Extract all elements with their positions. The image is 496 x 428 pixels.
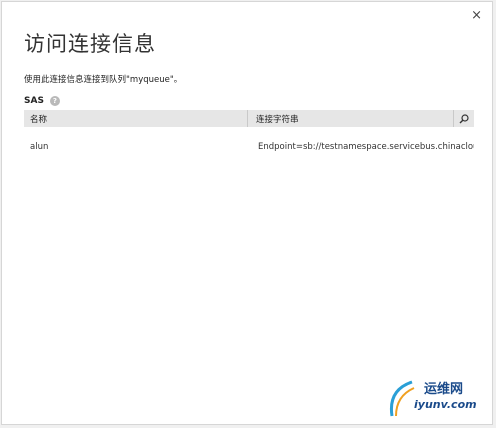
connection-info-dialog: × 访问连接信息 使用此连接信息连接到队列"myqueue"。 SAS ? 名称… <box>1 1 493 425</box>
table-row[interactable]: alun Endpoint=sb://testnamespace.service… <box>24 139 474 155</box>
sas-section-header: SAS ? <box>24 96 60 106</box>
search-icon <box>459 113 469 123</box>
watermark-text-cn: 运维网 <box>424 382 464 397</box>
column-header-connection-label: 连接字符串 <box>256 114 299 125</box>
dialog-description: 使用此连接信息连接到队列"myqueue"。 <box>24 75 183 85</box>
close-icon[interactable]: × <box>471 8 482 23</box>
row-name: alun <box>30 142 49 152</box>
watermark-text-en: iyunv.com <box>414 398 477 411</box>
dialog-title: 访问连接信息 <box>24 32 156 56</box>
sas-label: SAS <box>24 96 44 106</box>
watermark-logo: 运维网 iyunv.com <box>384 376 480 420</box>
question-icon[interactable]: ? <box>49 96 60 106</box>
column-header-name[interactable]: 名称 <box>24 110 248 127</box>
column-header-name-label: 名称 <box>30 114 48 125</box>
column-header-connection-string[interactable]: 连接字符串 <box>248 110 454 127</box>
table-header: 名称 连接字符串 <box>24 110 474 127</box>
row-connection-string[interactable]: Endpoint=sb://testnamespace.servicebus.c… <box>258 142 474 152</box>
search-button[interactable] <box>454 110 474 127</box>
